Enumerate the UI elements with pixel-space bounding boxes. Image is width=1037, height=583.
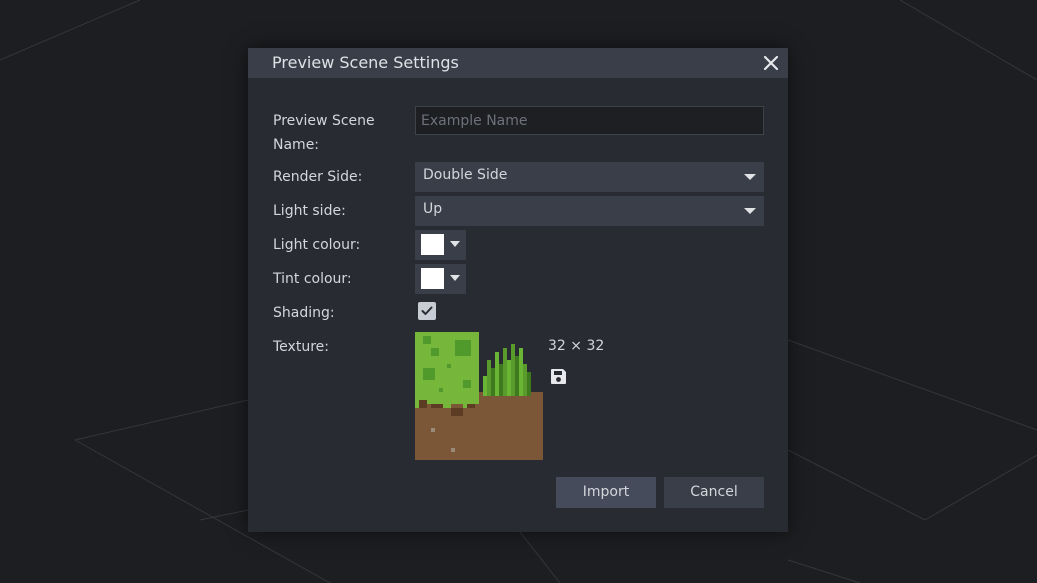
preview-scene-settings-dialog: Preview Scene Settings Preview Scene Nam… <box>248 48 788 532</box>
chevron-down-icon <box>450 241 460 247</box>
light-side-select[interactable]: Up <box>415 196 764 226</box>
light-colour-picker[interactable] <box>415 230 466 260</box>
scene-name-input[interactable] <box>415 106 764 135</box>
texture-label: Texture: <box>273 339 329 355</box>
tint-colour-swatch <box>421 268 444 289</box>
shading-checkbox[interactable] <box>418 302 436 320</box>
dialog-title: Preview Scene Settings <box>272 53 459 72</box>
chevron-down-icon <box>450 275 460 281</box>
import-button[interactable]: Import <box>556 477 656 508</box>
texture-preview[interactable] <box>415 332 543 460</box>
render-side-value: Double Side <box>423 167 508 183</box>
save-icon[interactable] <box>550 368 567 385</box>
chevron-down-icon <box>744 208 756 214</box>
cancel-button[interactable]: Cancel <box>664 477 764 508</box>
chevron-down-icon <box>744 174 756 180</box>
close-icon <box>763 55 779 71</box>
scene-name-label: Preview Scene Name: <box>273 113 375 153</box>
light-side-value: Up <box>423 201 443 217</box>
checkmark-icon <box>421 306 433 315</box>
dialog-header: Preview Scene Settings <box>248 48 788 78</box>
tint-colour-label: Tint colour: <box>273 271 352 287</box>
render-side-label: Render Side: <box>273 169 363 185</box>
render-side-select[interactable]: Double Side <box>415 162 764 192</box>
tint-colour-picker[interactable] <box>415 264 466 294</box>
light-colour-label: Light colour: <box>273 237 361 253</box>
close-button[interactable] <box>760 52 782 74</box>
light-colour-swatch <box>421 234 444 255</box>
light-side-label: Light side: <box>273 203 346 219</box>
shading-label: Shading: <box>273 305 335 321</box>
texture-size: 32 ⨯ 32 <box>548 338 605 354</box>
